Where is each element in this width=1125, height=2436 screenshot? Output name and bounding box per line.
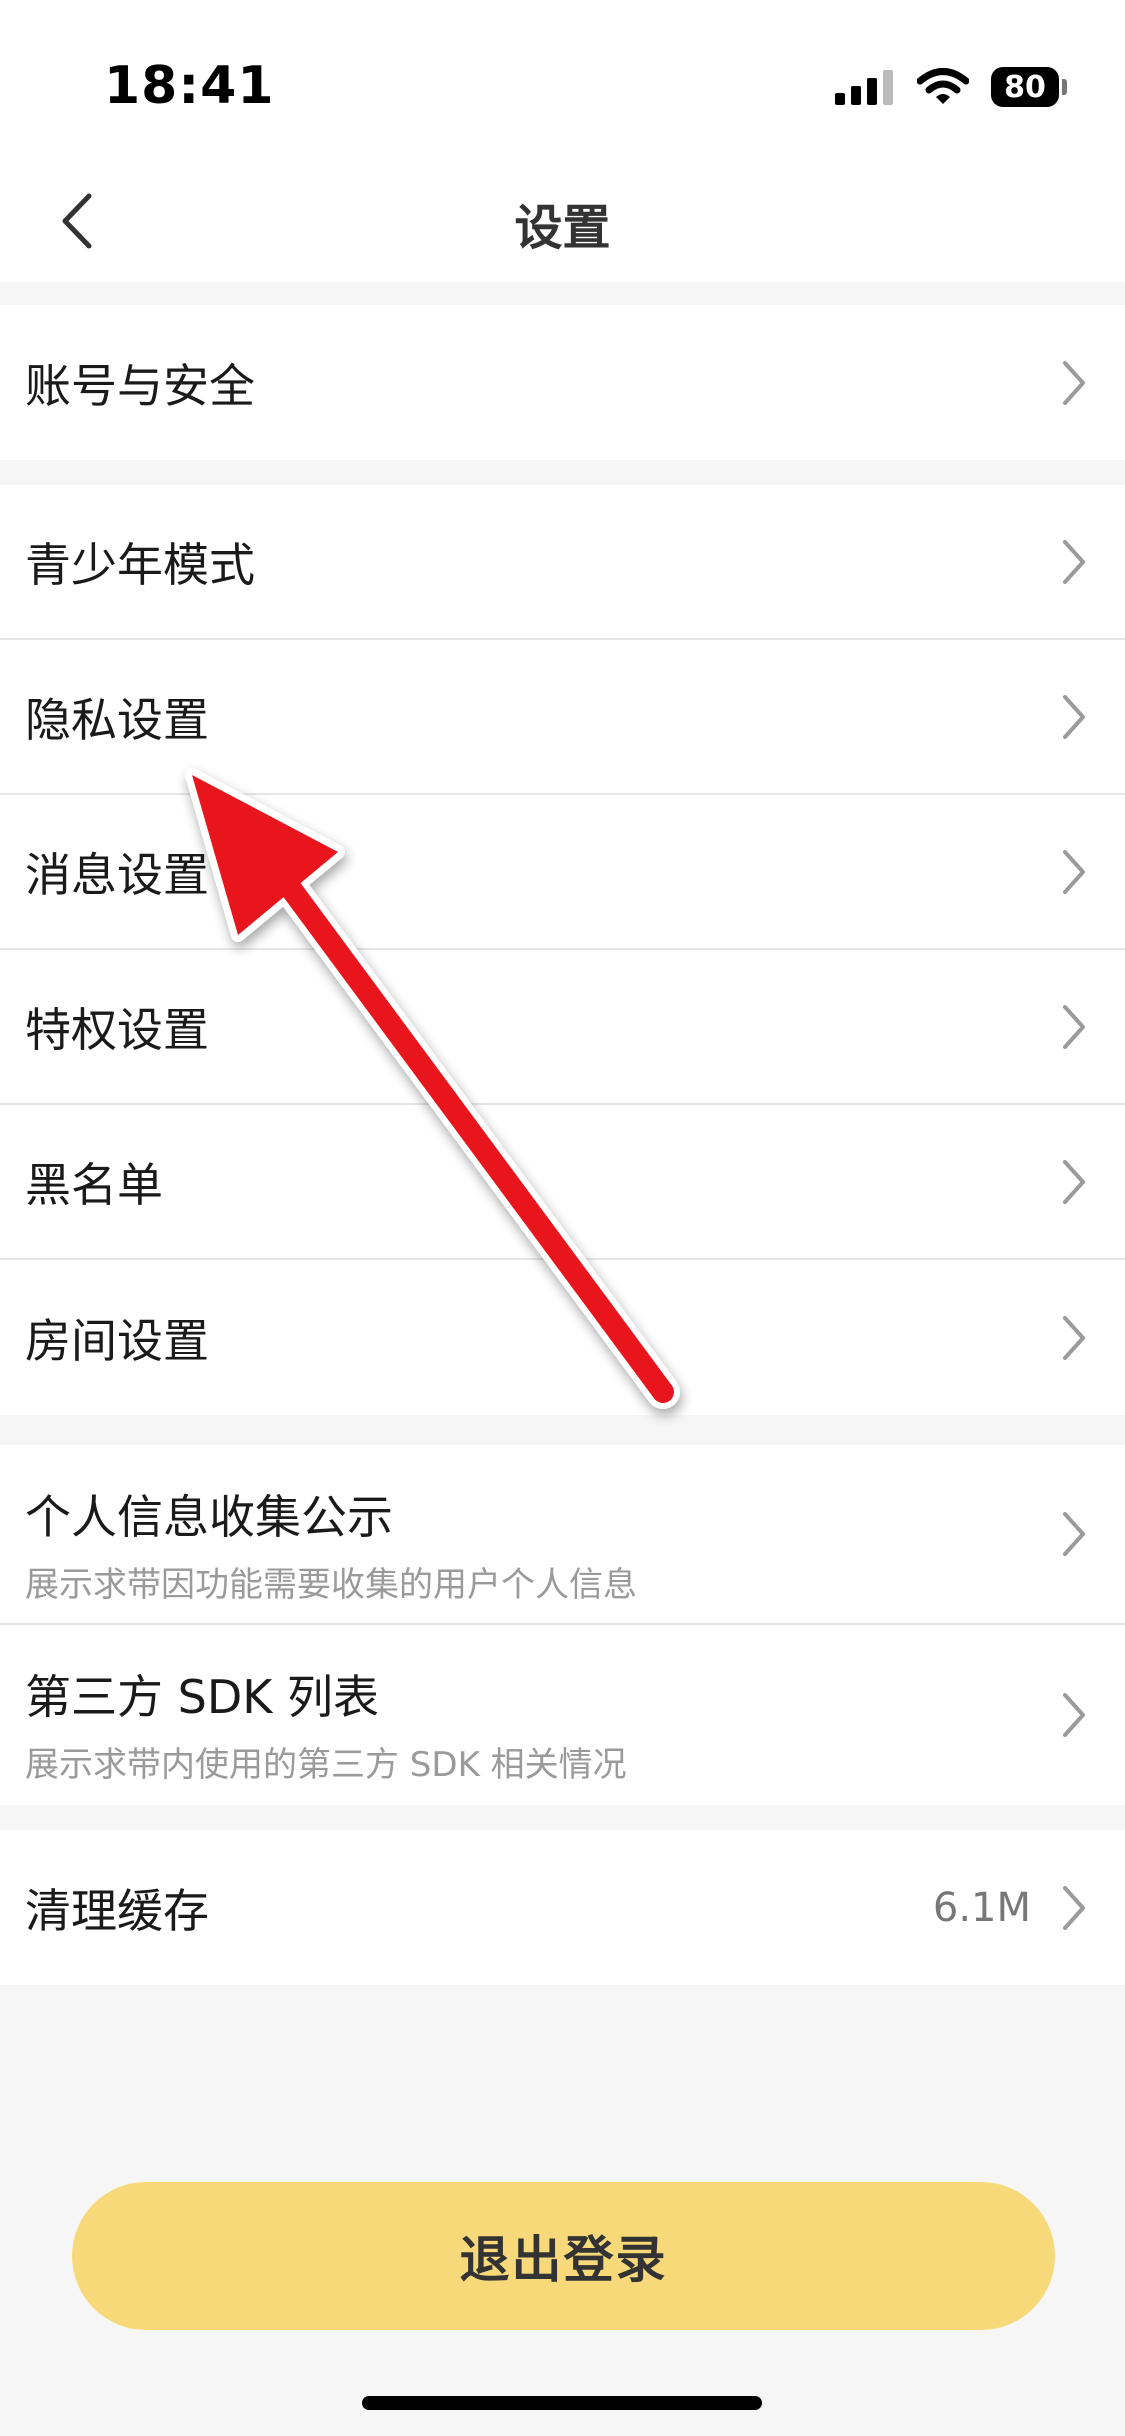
row-privilege-settings[interactable]: 特权设置: [0, 950, 1125, 1105]
row-account-security[interactable]: 账号与安全: [0, 305, 1125, 460]
row-message-settings[interactable]: 消息设置: [0, 795, 1125, 950]
row-privacy-settings[interactable]: 隐私设置: [0, 640, 1125, 795]
row-label: 消息设置: [25, 847, 209, 902]
chevron-right-icon: [1063, 1512, 1085, 1556]
row-label: 清理缓存: [25, 1883, 209, 1938]
settings-group-disclosure: 个人信息收集公示 展示求带因功能需要收集的用户个人信息 第三方 SDK 列表 展…: [0, 1445, 1125, 1805]
chevron-right-icon: [1063, 1004, 1085, 1049]
row-subtitle: 展示求带因功能需要收集的用户个人信息: [25, 1565, 637, 1605]
settings-group-general: 青少年模式 隐私设置 消息设置 特权设置 黑名单 房间设置: [0, 485, 1125, 1415]
chevron-right-icon: [1063, 360, 1085, 405]
row-teen-mode[interactable]: 青少年模式: [0, 485, 1125, 640]
row-personal-info-disclosure[interactable]: 个人信息收集公示 展示求带因功能需要收集的用户个人信息: [0, 1445, 1125, 1625]
chevron-right-icon: [1063, 1159, 1085, 1204]
settings-group-cache: 清理缓存 6.1M: [0, 1830, 1125, 1985]
row-label: 个人信息收集公示: [25, 1490, 393, 1544]
row-label: 黑名单: [25, 1157, 163, 1212]
nav-bar: 设置: [0, 160, 1125, 282]
settings-group-account: 账号与安全: [0, 305, 1125, 460]
row-third-party-sdk-list[interactable]: 第三方 SDK 列表 展示求带内使用的第三方 SDK 相关情况: [0, 1625, 1125, 1805]
row-label: 隐私设置: [25, 692, 209, 747]
row-subtitle: 展示求带内使用的第三方 SDK 相关情况: [25, 1745, 627, 1785]
chevron-right-icon: [1063, 1693, 1085, 1737]
status-bar: 18:41 80: [0, 0, 1125, 160]
row-clear-cache[interactable]: 清理缓存 6.1M: [0, 1830, 1125, 1985]
signal-icon: [835, 70, 893, 105]
wifi-icon: [917, 68, 969, 104]
row-label: 房间设置: [25, 1313, 209, 1368]
status-icons: 80: [835, 62, 1067, 112]
chevron-right-icon: [1063, 1315, 1085, 1360]
status-time: 18:41: [104, 56, 275, 116]
page-title: 设置: [514, 200, 611, 256]
row-room-settings[interactable]: 房间设置: [0, 1260, 1125, 1415]
chevron-right-icon: [1063, 849, 1085, 894]
logout-label: 退出登录: [459, 2231, 668, 2289]
battery-icon: 80: [991, 67, 1067, 107]
home-indicator[interactable]: [362, 2396, 762, 2410]
battery-level: 80: [991, 67, 1059, 107]
chevron-right-icon: [1063, 694, 1085, 739]
chevron-right-icon: [1063, 1885, 1085, 1930]
row-label: 第三方 SDK 列表: [25, 1670, 380, 1724]
chevron-right-icon: [1063, 539, 1085, 584]
row-label: 特权设置: [25, 1002, 209, 1057]
cache-size: 6.1M: [932, 1884, 1031, 1931]
row-label: 账号与安全: [25, 358, 255, 413]
row-label: 青少年模式: [25, 537, 255, 592]
logout-button[interactable]: 退出登录: [72, 2182, 1055, 2330]
row-blacklist[interactable]: 黑名单: [0, 1105, 1125, 1260]
